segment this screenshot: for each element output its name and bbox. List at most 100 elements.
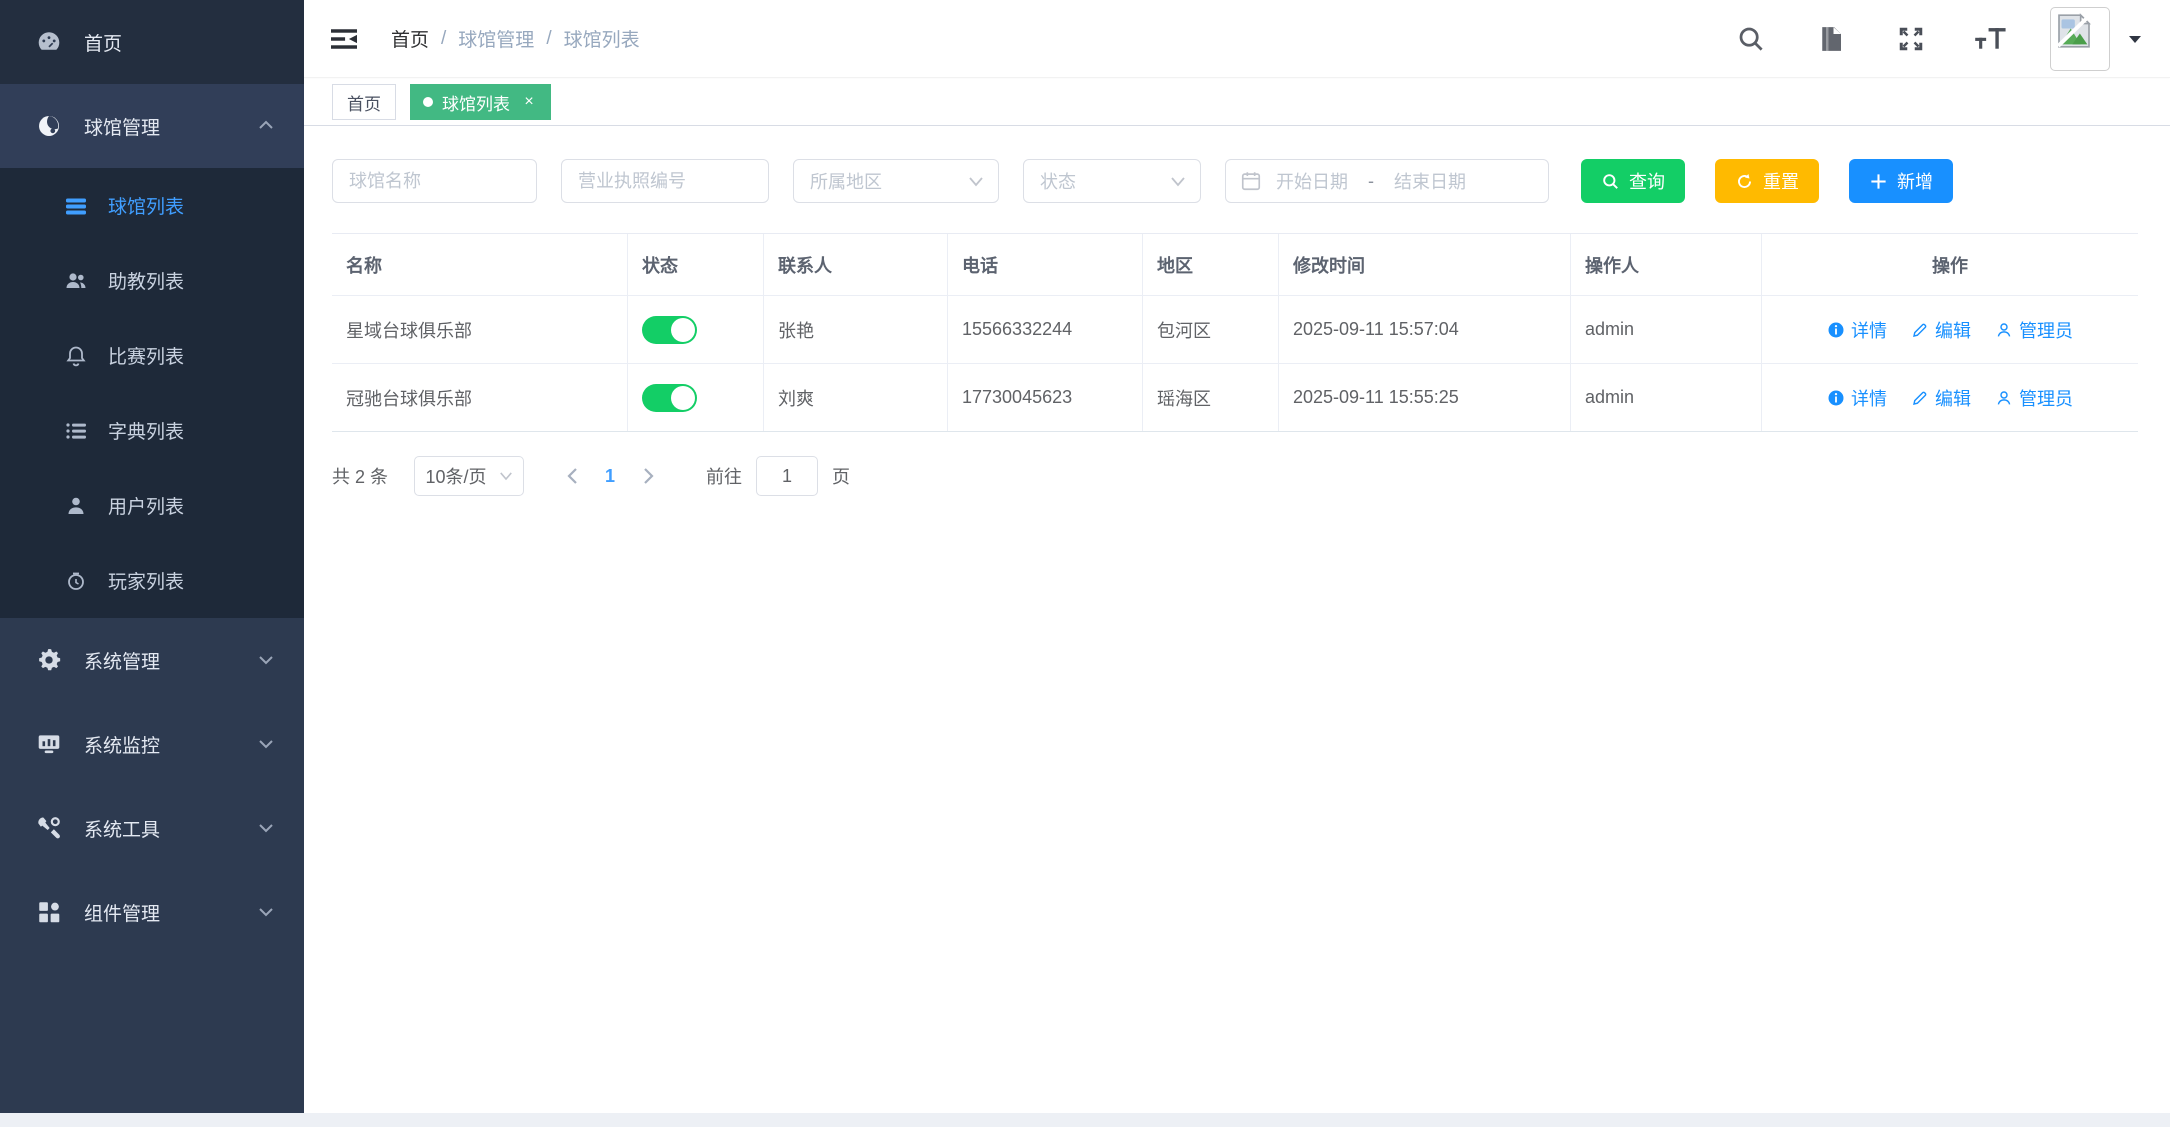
sidebar-item-label: 玩家列表 [108,567,184,594]
cell-modified: 2025-09-11 15:57:04 [1279,296,1571,363]
top-navbar: 首页 / 球馆管理 / 球馆列表 [304,0,2170,78]
cell-actions: 详情 编辑 管理员 [1762,364,2138,431]
tag-close-icon[interactable]: × [520,93,538,111]
docs-icon[interactable] [1814,22,1848,56]
sidebar-item-system-monitor[interactable]: 系统监控 [0,702,304,786]
sidebar-item-home[interactable]: 首页 [0,0,304,84]
search-icon[interactable] [1734,22,1768,56]
header-status: 状态 [628,234,764,295]
watch-icon [64,569,88,593]
gear-icon [36,647,62,673]
sidebar-item-label: 球馆管理 [84,113,160,140]
chevron-down-icon [258,653,274,667]
add-button-label: 新增 [1897,168,1933,194]
sidebar-item-player-list[interactable]: 玩家列表 [0,543,304,618]
header-modified: 修改时间 [1279,234,1571,295]
table-row: 冠驰台球俱乐部 刘爽 17730045623 瑶海区 2025-09-11 15… [332,364,2138,431]
breadcrumb-separator: / [546,28,551,50]
person-icon [1995,389,2013,407]
avatar-caret-icon[interactable] [2128,34,2142,44]
main-content: 所属地区 状态 开始日期 - 结束日期 [304,126,2170,1113]
fullscreen-icon[interactable] [1894,22,1928,56]
chevron-down-icon [258,737,274,751]
dict-list-icon [64,419,88,443]
detail-link[interactable]: 详情 [1827,385,1887,411]
sidebar-item-dict-list[interactable]: 字典列表 [0,393,304,468]
search-icon [1601,172,1620,191]
tag-home[interactable]: 首页 [332,84,396,120]
status-select-placeholder: 状态 [1040,168,1170,194]
sidebar-item-user-list[interactable]: 用户列表 [0,468,304,543]
date-range-picker[interactable]: 开始日期 - 结束日期 [1225,159,1549,203]
page-size-select[interactable]: 10条/页 [414,456,524,496]
toggle-knob [671,386,695,410]
edit-link-label: 编辑 [1935,317,1971,343]
sidebar-fold-icon[interactable] [329,26,359,52]
breadcrumb-venue-management: 球馆管理 [458,25,534,52]
sidebar-item-assistant-list[interactable]: 助教列表 [0,243,304,318]
header-name: 名称 [332,234,628,295]
current-page[interactable]: 1 [590,466,630,487]
license-number-input[interactable] [561,159,769,203]
status-toggle[interactable] [642,384,697,412]
tools-icon [36,815,62,841]
info-icon [1827,389,1845,407]
sidebar-item-label: 字典列表 [108,417,184,444]
reset-button-label: 重置 [1763,168,1799,194]
header-operator: 操作人 [1571,234,1762,295]
sidebar-submenu: 球馆列表 助教列表 比赛列表 [0,168,304,618]
tag-label: 球馆列表 [442,90,510,115]
sidebar-item-system-management[interactable]: 系统管理 [0,618,304,702]
list-bars-icon [64,194,88,218]
sidebar-item-system-tools[interactable]: 系统工具 [0,786,304,870]
user-icon [64,494,88,518]
status-select[interactable]: 状态 [1023,159,1201,203]
avatar[interactable] [2050,7,2110,71]
sidebar: 首页 球馆管理 球馆列表 [0,0,304,1113]
globe-icon [36,113,62,139]
chevron-left-icon [566,467,579,485]
tags-view: 首页 球馆列表 × [304,79,2170,126]
admin-link[interactable]: 管理员 [1995,385,2073,411]
cell-name: 冠驰台球俱乐部 [332,364,628,431]
breadcrumb-home[interactable]: 首页 [391,25,429,52]
table-row: 星域台球俱乐部 张艳 15566332244 包河区 2025-09-11 15… [332,296,2138,364]
header-phone: 电话 [948,234,1143,295]
font-size-icon[interactable] [1974,22,2008,56]
status-toggle[interactable] [642,316,697,344]
plus-icon [1869,172,1888,191]
tag-venue-list[interactable]: 球馆列表 × [410,84,551,120]
chevron-up-icon [258,119,274,133]
cell-phone: 15566332244 [948,296,1143,363]
broken-image-icon [2054,11,2094,51]
sidebar-item-label: 球馆列表 [108,192,184,219]
admin-link[interactable]: 管理员 [1995,317,2073,343]
refresh-icon [1735,172,1754,191]
venue-name-input[interactable] [332,159,537,203]
admin-link-label: 管理员 [2019,385,2073,411]
monitor-icon [36,731,62,757]
edit-link[interactable]: 编辑 [1911,385,1971,411]
sidebar-item-match-list[interactable]: 比赛列表 [0,318,304,393]
region-select[interactable]: 所属地区 [793,159,999,203]
sidebar-item-component-management[interactable]: 组件管理 [0,870,304,954]
next-page-button[interactable] [630,456,666,496]
cell-operator: admin [1571,296,1762,363]
pagination-total: 共 2 条 [332,463,388,489]
region-select-placeholder: 所属地区 [810,168,968,194]
cell-operator: admin [1571,364,1762,431]
cell-actions: 详情 编辑 管理员 [1762,296,2138,363]
sidebar-item-label: 用户列表 [108,492,184,519]
add-button[interactable]: 新增 [1849,159,1953,203]
sidebar-item-venue-management[interactable]: 球馆管理 [0,84,304,168]
goto-page-input[interactable] [756,456,818,496]
sidebar-item-label: 系统管理 [84,647,160,674]
venue-table: 名称 状态 联系人 电话 地区 修改时间 操作人 操作 星域台球俱乐部 张艳 1… [332,233,2138,432]
detail-link[interactable]: 详情 [1827,317,1887,343]
cell-region: 瑶海区 [1143,364,1279,431]
prev-page-button[interactable] [554,456,590,496]
reset-button[interactable]: 重置 [1715,159,1819,203]
search-button[interactable]: 查询 [1581,159,1685,203]
edit-link[interactable]: 编辑 [1911,317,1971,343]
sidebar-item-venue-list[interactable]: 球馆列表 [0,168,304,243]
